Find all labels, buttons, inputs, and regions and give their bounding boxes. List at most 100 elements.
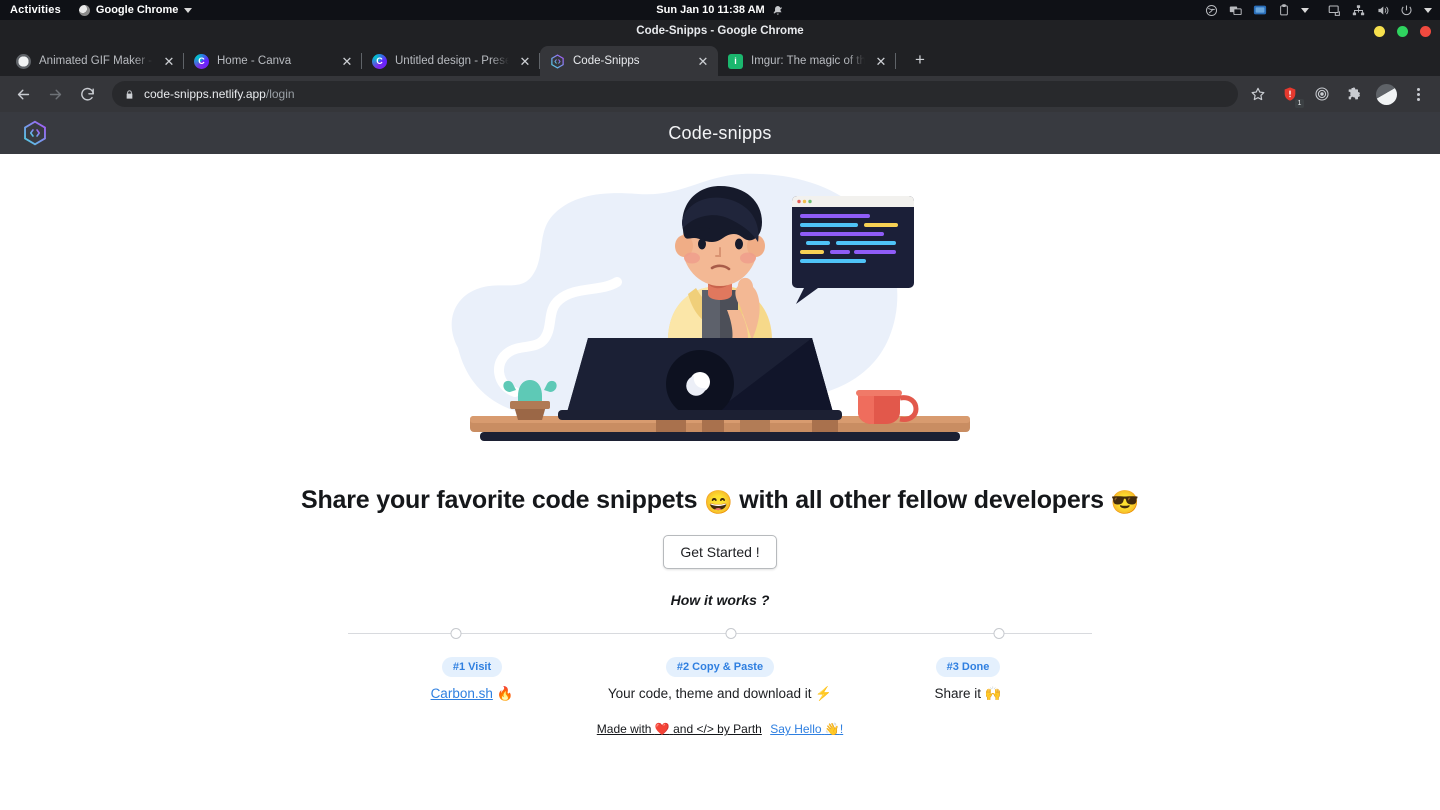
chrome-window: Code-Snipps - Google Chrome Animated GIF…: [0, 20, 1440, 810]
tab-close-icon[interactable]: ✕: [873, 53, 889, 69]
code-bubble: [792, 196, 914, 304]
step-dot-2: [725, 628, 737, 639]
record-icon[interactable]: [1205, 4, 1218, 17]
tab-title: Code-Snipps: [573, 55, 640, 67]
how-it-works-label: How it works ?: [670, 592, 770, 608]
activities-button[interactable]: Activities: [10, 4, 61, 16]
credits-prefix: Made with: [596, 722, 652, 737]
tab-title: Home - Canva: [217, 55, 292, 67]
tab-close-icon[interactable]: ✕: [517, 53, 533, 69]
target-icon[interactable]: [1310, 82, 1334, 106]
page-footer: Made with ❤️ and </> by Parth Say Hello …: [0, 722, 1440, 736]
hero-section: Share your favorite code snippets 😄 with…: [0, 154, 1440, 736]
step-text: Your code, theme and download it: [607, 686, 812, 701]
window-title: Code-Snipps - Google Chrome: [636, 25, 804, 37]
power-icon[interactable]: [1400, 4, 1413, 17]
forward-button[interactable]: [40, 79, 70, 109]
gnome-top-bar: Activities Google Chrome Sun Jan 10 11:3…: [0, 0, 1440, 20]
browser-toolbar[interactable]: code-snipps.netlify.app/login 1: [0, 76, 1440, 112]
lightning-icon: ⚡: [815, 686, 833, 701]
site-logo[interactable]: [22, 120, 48, 146]
active-app-menu[interactable]: Google Chrome: [78, 4, 193, 16]
extension-badge-count: 1: [1295, 99, 1304, 108]
caret-down-icon[interactable]: [1301, 7, 1309, 13]
browser-tab[interactable]: i Imgur: The magic of the Inter ✕: [718, 46, 896, 76]
clock-menu[interactable]: Sun Jan 10 11:38 AM: [656, 4, 783, 16]
tab-close-icon[interactable]: ✕: [695, 53, 711, 69]
network-icon[interactable]: [1352, 4, 1365, 17]
lock-icon[interactable]: [124, 89, 135, 100]
notifications-muted-icon: [773, 5, 784, 16]
step-text: Share it: [934, 686, 981, 701]
step-description: Share it 🙌: [844, 686, 1092, 702]
volume-icon[interactable]: [1376, 4, 1389, 17]
tab-close-icon[interactable]: ✕: [161, 53, 177, 69]
page-content: Code-snipps Share your favorite code sni…: [0, 112, 1440, 810]
minimize-button[interactable]: [1374, 25, 1385, 37]
step-badge: #1 Visit: [441, 657, 503, 677]
tab-title: Animated GIF Maker - Make GI: [39, 55, 153, 67]
close-button[interactable]: [1420, 25, 1431, 37]
kebab-menu[interactable]: [1406, 82, 1430, 106]
tab-close-icon[interactable]: ✕: [339, 53, 355, 69]
more-vertical-icon: [1416, 87, 1420, 101]
wave-icon: 👋: [824, 722, 840, 737]
tab-title: Imgur: The magic of the Inter: [751, 55, 865, 67]
step-badge: #3 Done: [935, 657, 1001, 677]
window-title-bar: Code-Snipps - Google Chrome: [0, 20, 1440, 42]
sunglasses-face-icon: 😎: [1110, 489, 1140, 515]
site-header: Code-snipps: [0, 112, 1440, 154]
step-columns: #1 Visit Carbon.sh 🔥 #2 Copy & Paste You…: [348, 657, 1092, 702]
canva-icon: C: [372, 53, 387, 69]
browser-tab[interactable]: Animated GIF Maker - Make GI ✕: [6, 46, 184, 76]
globe-icon: [16, 53, 31, 69]
screencast-icon[interactable]: [1229, 4, 1242, 17]
raised-hands-icon: 🙌: [984, 686, 1002, 701]
url-text: code-snipps.netlify.app/login: [144, 87, 295, 101]
gnome-top-bar-left: Activities Google Chrome: [0, 4, 193, 16]
star-icon[interactable]: [1246, 82, 1270, 106]
developer-illustration: [451, 173, 970, 441]
step-dot-1: [450, 628, 462, 639]
url-host: code-snipps.netlify.app: [144, 87, 266, 101]
puzzle-icon[interactable]: [1342, 82, 1366, 106]
screen-share-icon[interactable]: [1328, 4, 1341, 17]
chevron-down-icon: [184, 7, 193, 13]
step-description: Your code, theme and download it ⚡: [596, 686, 844, 702]
maximize-button[interactable]: [1397, 25, 1408, 37]
window-controls[interactable]: [1374, 25, 1431, 37]
clipboard-icon[interactable]: [1278, 4, 1290, 16]
browser-tab-active[interactable]: Code-Snipps ✕: [540, 46, 718, 76]
headline-text-2: with all other fellow developers: [739, 486, 1104, 514]
tab-strip[interactable]: Animated GIF Maker - Make GI ✕ C Home - …: [0, 42, 1440, 76]
display-icon[interactable]: [1253, 3, 1267, 17]
code-snipps-icon: [550, 53, 565, 69]
profile-avatar[interactable]: [1374, 82, 1398, 106]
toolbar-icons[interactable]: 1: [1246, 82, 1432, 108]
page-title: Code-snipps: [668, 122, 772, 143]
get-started-button[interactable]: Get Started !: [663, 535, 777, 569]
browser-tab[interactable]: C Home - Canva ✕: [184, 46, 362, 76]
credits-suffix: and </> by Parth: [673, 722, 762, 737]
hero-headline: Share your favorite code snippets 😄 with…: [0, 486, 1440, 516]
active-app-label: Google Chrome: [95, 4, 179, 16]
gnome-system-tray[interactable]: [1205, 3, 1432, 17]
say-hello-link[interactable]: Say Hello 👋!: [770, 722, 843, 736]
avatar: [1375, 83, 1397, 105]
extension-red-icon[interactable]: 1: [1278, 82, 1304, 108]
back-button[interactable]: [8, 79, 38, 109]
chrome-app-icon: [78, 4, 90, 16]
say-hello-bang: !: [839, 722, 844, 737]
address-bar[interactable]: code-snipps.netlify.app/login: [112, 81, 1238, 107]
step-item: #2 Copy & Paste Your code, theme and dow…: [596, 657, 844, 702]
step-dot-3: [993, 628, 1005, 639]
new-tab-button[interactable]: +: [906, 46, 934, 74]
canva-icon: C: [194, 53, 209, 69]
steps-rail: [348, 628, 1092, 640]
caret-down-icon[interactable]: [1424, 7, 1432, 13]
carbon-sh-link[interactable]: Carbon.sh: [431, 686, 493, 701]
browser-tab[interactable]: C Untitled design - Presentatio ✕: [362, 46, 540, 76]
heart-icon: ❤️: [654, 722, 670, 737]
url-path: /login: [265, 87, 295, 101]
reload-button[interactable]: [72, 79, 102, 109]
